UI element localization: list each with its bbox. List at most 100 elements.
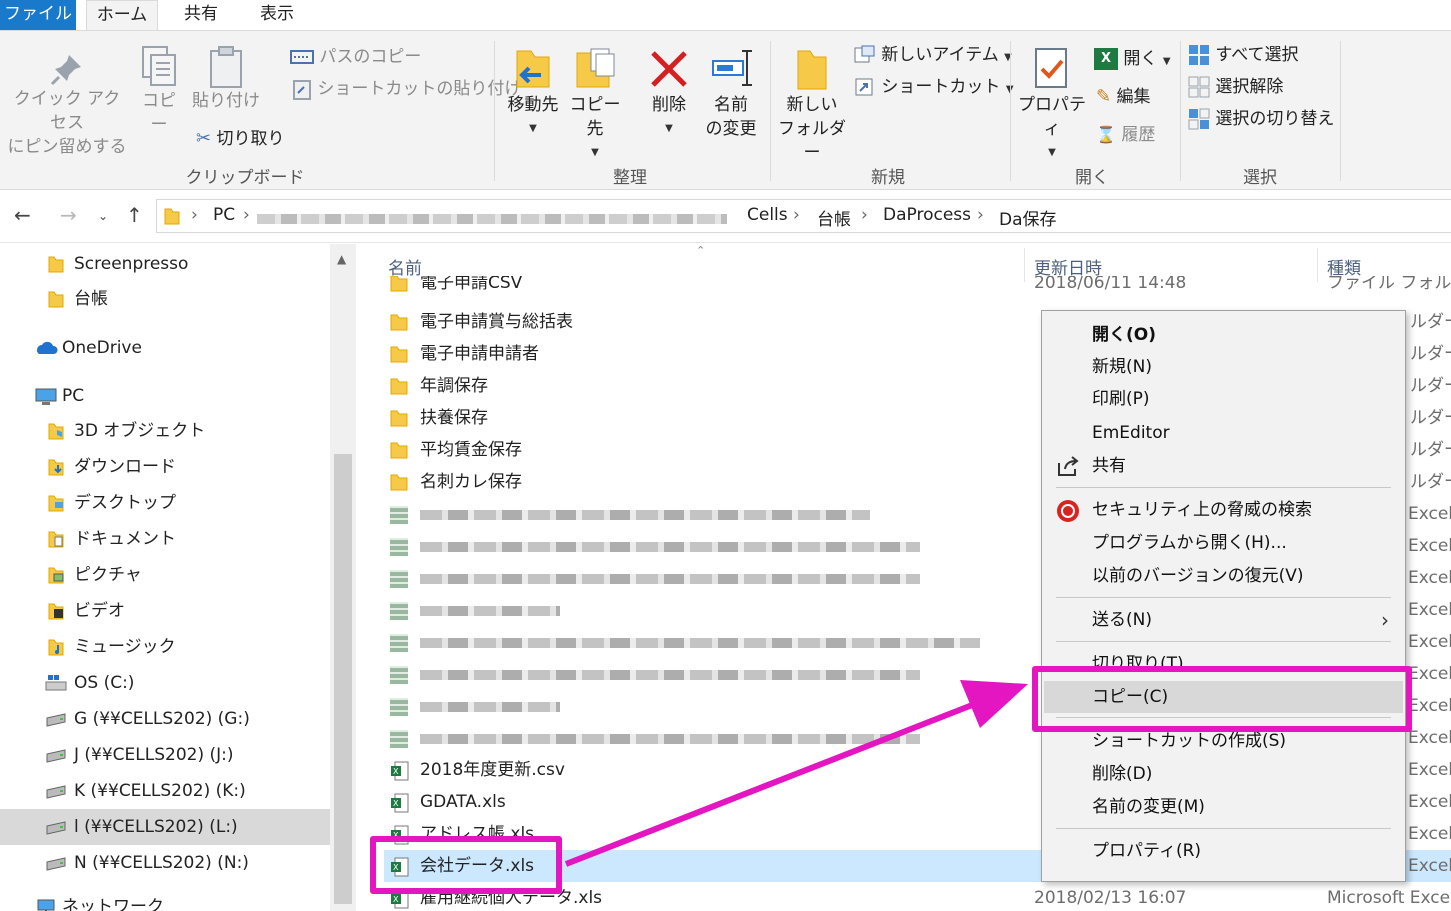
excel-file-icon: X xyxy=(391,793,409,813)
breadcrumb-separator: › xyxy=(861,205,868,225)
list-item[interactable]: 電子申請CSV 2018/06/11 14:48 ファイル フォルダー xyxy=(384,276,1451,298)
ribbon-home: クイック アクセス にピン留めする コピー 貼り付け パスのコピー ショートカッ… xyxy=(0,30,1451,190)
select-all-button[interactable]: すべて選択 xyxy=(1188,41,1299,69)
menu-item-print[interactable]: 印刷(P) xyxy=(1044,383,1403,415)
menu-item-emeditor[interactable]: EmEditor xyxy=(1044,417,1403,449)
copy-to-button[interactable]: コピー先 ▼ xyxy=(564,45,626,165)
copy-path-button[interactable]: パスのコピー xyxy=(290,43,421,71)
edit-button[interactable]: ✎ 編集 xyxy=(1096,83,1151,111)
menu-item-rename[interactable]: 名前の変更(M) xyxy=(1044,791,1403,823)
copy-to-label: コピー先 xyxy=(569,95,621,139)
file-type: ルダー xyxy=(1410,408,1451,428)
group-divider xyxy=(1010,41,1011,181)
folder-icon xyxy=(390,378,408,395)
menu-item-restore-previous[interactable]: 以前のバージョンの復元(V) xyxy=(1044,560,1403,592)
invert-selection-icon xyxy=(1188,108,1210,130)
breadcrumb-cells[interactable]: Cells xyxy=(747,205,788,225)
menu-item-properties[interactable]: プロパティ(R) xyxy=(1044,835,1403,867)
tab-view[interactable]: 表示 xyxy=(246,0,308,30)
properties-button[interactable]: プロパティ ▼ xyxy=(1014,45,1090,165)
nav-pane-scrollbar[interactable]: ▲ xyxy=(330,244,356,911)
scissors-icon: ✂ xyxy=(196,128,212,149)
paste-button[interactable]: 貼り付け xyxy=(190,45,262,113)
nav-item-network[interactable]: ネットワーク xyxy=(0,889,330,911)
easy-access-shortcut-button[interactable]: ショートカット ▼ xyxy=(854,73,1014,101)
breadcrumb-daprocess[interactable]: DaProcess xyxy=(883,205,971,225)
scrollbar-thumb[interactable] xyxy=(334,454,352,904)
nav-item-downloads[interactable]: ダウンロード xyxy=(0,449,330,485)
nav-item-label: l (¥¥CELLS202) (L:) xyxy=(74,817,238,837)
nav-item-screenpresso[interactable]: Screenpresso xyxy=(0,246,330,282)
select-none-button[interactable]: 選択解除 xyxy=(1188,73,1283,101)
new-folder-label-1: 新しい xyxy=(786,95,838,115)
blurred-file-name xyxy=(420,542,920,552)
excel-file-icon xyxy=(390,730,408,748)
breadcrumb-separator: › xyxy=(793,205,800,225)
nav-item-music[interactable]: ミュージック xyxy=(0,629,330,665)
up-arrow-icon[interactable]: ↑ xyxy=(126,203,143,227)
network-drive-icon xyxy=(46,857,66,871)
menu-item-delete[interactable]: 削除(D) xyxy=(1044,758,1403,790)
select-group-label: 選択 xyxy=(1243,168,1277,188)
scroll-up-arrow-icon[interactable]: ▲ xyxy=(337,252,346,266)
network-drive-icon xyxy=(46,749,66,763)
nav-item-pictures[interactable]: ピクチャ xyxy=(0,557,330,593)
pin-quick-access-button[interactable]: クイック アクセス にピン留めする xyxy=(6,51,128,159)
nav-item-documents[interactable]: ドキュメント xyxy=(0,521,330,557)
nav-item-os-c[interactable]: OS (C:) xyxy=(0,665,330,701)
delete-caret: ▼ xyxy=(665,123,673,134)
file-name: 名刺カレ保存 xyxy=(420,472,522,492)
nav-item-videos[interactable]: ビデオ xyxy=(0,593,330,629)
menu-item-security-scan[interactable]: セキュリティ上の脅威の検索 xyxy=(1044,494,1403,526)
menu-item-open-with[interactable]: プログラムから開く(H)... xyxy=(1044,527,1403,559)
menu-item-label: 送る(N) xyxy=(1092,610,1152,630)
tab-home[interactable]: ホーム xyxy=(86,0,158,31)
address-bar[interactable]: › PC › Cells › 台帳 › DaProcess › Da保存 xyxy=(156,199,1451,233)
history-button[interactable]: ⌛ 履歴 xyxy=(1096,121,1155,149)
paste-shortcut-button[interactable]: ショートカットの貼り付け xyxy=(292,75,521,103)
nav-item-pc[interactable]: PC xyxy=(0,378,330,414)
new-folder-button[interactable]: 新しい フォルダー xyxy=(776,45,848,165)
rename-button[interactable]: 名前 の変更 xyxy=(702,45,760,141)
nav-item-label: ミュージック xyxy=(74,637,176,657)
shortcut-icon xyxy=(855,78,873,96)
nav-item-3d-objects[interactable]: 3D オブジェクト xyxy=(0,413,330,449)
tab-share[interactable]: 共有 xyxy=(170,0,232,30)
nav-item-drive-j[interactable]: J (¥¥CELLS202) (J:) xyxy=(0,737,330,773)
menu-item-send-to[interactable]: 送る(N) › xyxy=(1044,604,1403,636)
svg-text:X: X xyxy=(393,799,399,808)
share-icon xyxy=(1058,456,1079,476)
nav-item-onedrive[interactable]: OneDrive xyxy=(0,330,330,366)
desktop-icon xyxy=(48,495,64,512)
breadcrumb-pc[interactable]: PC xyxy=(213,205,235,225)
back-arrow-icon[interactable]: ← xyxy=(14,203,31,227)
forward-arrow-icon[interactable]: → xyxy=(60,203,77,227)
file-name: GDATA.xls xyxy=(420,792,506,812)
menu-item-open[interactable]: 開く(O) xyxy=(1044,319,1403,351)
menu-item-share[interactable]: 共有 xyxy=(1044,450,1403,482)
recent-locations-chevron-icon[interactable]: ⌄ xyxy=(98,209,108,223)
invert-selection-label: 選択の切り替え xyxy=(1215,109,1335,129)
sort-ascending-icon: ⌃ xyxy=(696,244,706,257)
new-item-button[interactable]: 新しいアイテム ▼ xyxy=(854,41,1012,69)
ribbon-tab-bar: ファイル ホーム 共有 表示 xyxy=(0,0,1451,31)
open-button[interactable]: X 開く ▼ xyxy=(1094,45,1171,73)
nav-item-desktop[interactable]: デスクトップ xyxy=(0,485,330,521)
move-to-button[interactable]: 移動先 ▼ xyxy=(502,45,564,141)
nav-item-drive-n[interactable]: N (¥¥CELLS202) (N:) xyxy=(0,845,330,881)
copy-button[interactable]: コピー xyxy=(134,45,184,137)
nav-item-drive-k[interactable]: K (¥¥CELLS202) (K:) xyxy=(0,773,330,809)
invert-selection-button[interactable]: 選択の切り替え xyxy=(1188,105,1334,133)
menu-item-new[interactable]: 新規(N) xyxy=(1044,351,1403,383)
nav-item-drive-l[interactable]: l (¥¥CELLS202) (L:) xyxy=(0,809,330,845)
rename-label-2: の変更 xyxy=(705,119,757,139)
breadcrumb-daicho[interactable]: 台帳 xyxy=(817,205,851,230)
nav-item-daicho[interactable]: 台帳 xyxy=(0,281,330,317)
breadcrumb-dahozon[interactable]: Da保存 xyxy=(999,205,1057,230)
tab-file[interactable]: ファイル xyxy=(0,0,76,30)
file-type: ルダー xyxy=(1410,472,1451,492)
paste-icon xyxy=(210,46,242,88)
nav-item-drive-g[interactable]: G (¥¥CELLS202) (G:) xyxy=(0,701,330,737)
delete-button[interactable]: 削除 ▼ xyxy=(646,45,692,141)
cut-button[interactable]: ✂ 切り取り xyxy=(196,125,285,153)
